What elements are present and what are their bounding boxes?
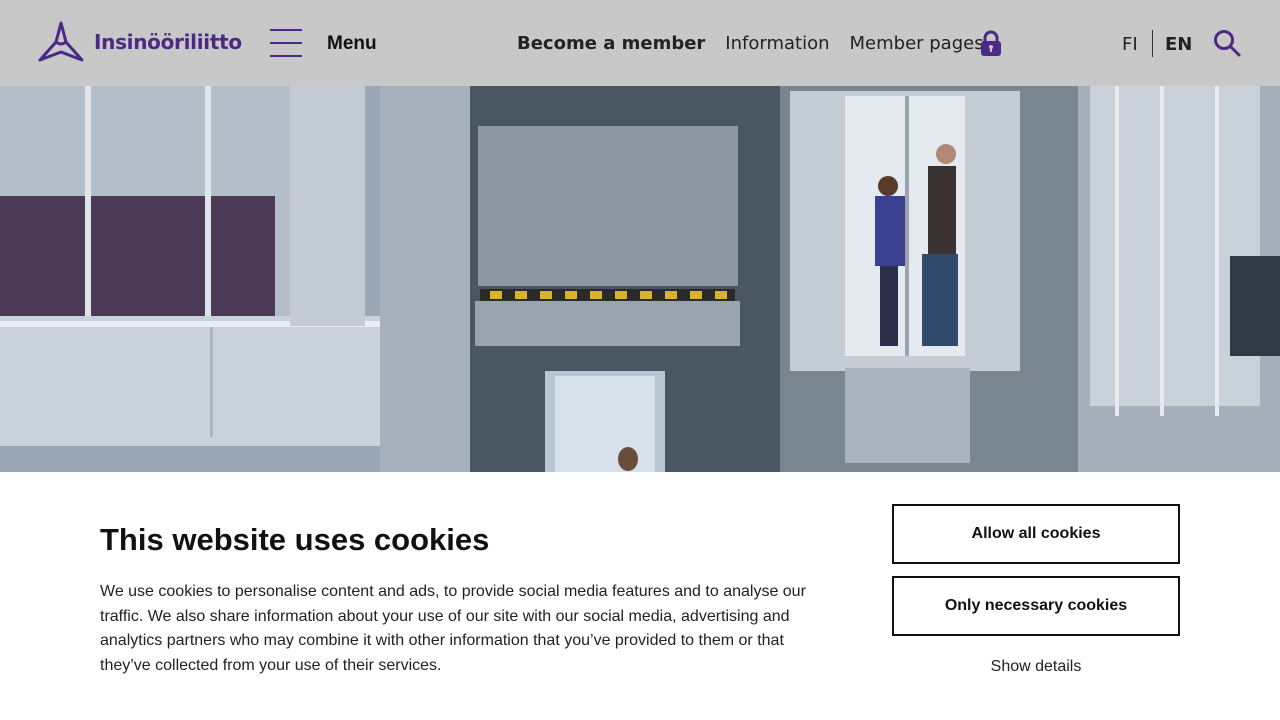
only-necessary-cookies-button[interactable]: Only necessary cookies [892,576,1180,636]
nav-member-pages[interactable]: Member pages [850,33,984,54]
allow-all-cookies-button[interactable]: Allow all cookies [892,504,1180,564]
logo-text: Insinööriliitto [94,30,242,54]
nav-become-member[interactable]: Become a member [517,33,705,54]
lang-divider [1152,30,1153,57]
show-details-link[interactable]: Show details [892,658,1180,676]
site-logo[interactable]: Insinööriliitto [36,20,242,64]
main-nav: Become a member Information Member pages [517,33,1004,54]
lang-en[interactable]: EN [1165,34,1192,55]
cookie-banner: This website uses cookies We use cookies… [0,472,1280,720]
search-icon[interactable] [1213,29,1241,57]
cookie-title: This website uses cookies [100,522,490,557]
cookie-description: We use cookies to personalise content an… [100,583,806,675]
hero-image [0,86,1280,472]
lang-fi[interactable]: FI [1122,34,1138,55]
site-header: Insinööriliitto Menu Become a member Inf… [0,0,1280,86]
logo-icon [38,21,84,62]
nav-information[interactable]: Information [725,33,829,54]
lock-icon[interactable] [980,30,1002,57]
hamburger-icon[interactable] [270,29,302,57]
menu-button-label[interactable]: Menu [327,33,377,55]
